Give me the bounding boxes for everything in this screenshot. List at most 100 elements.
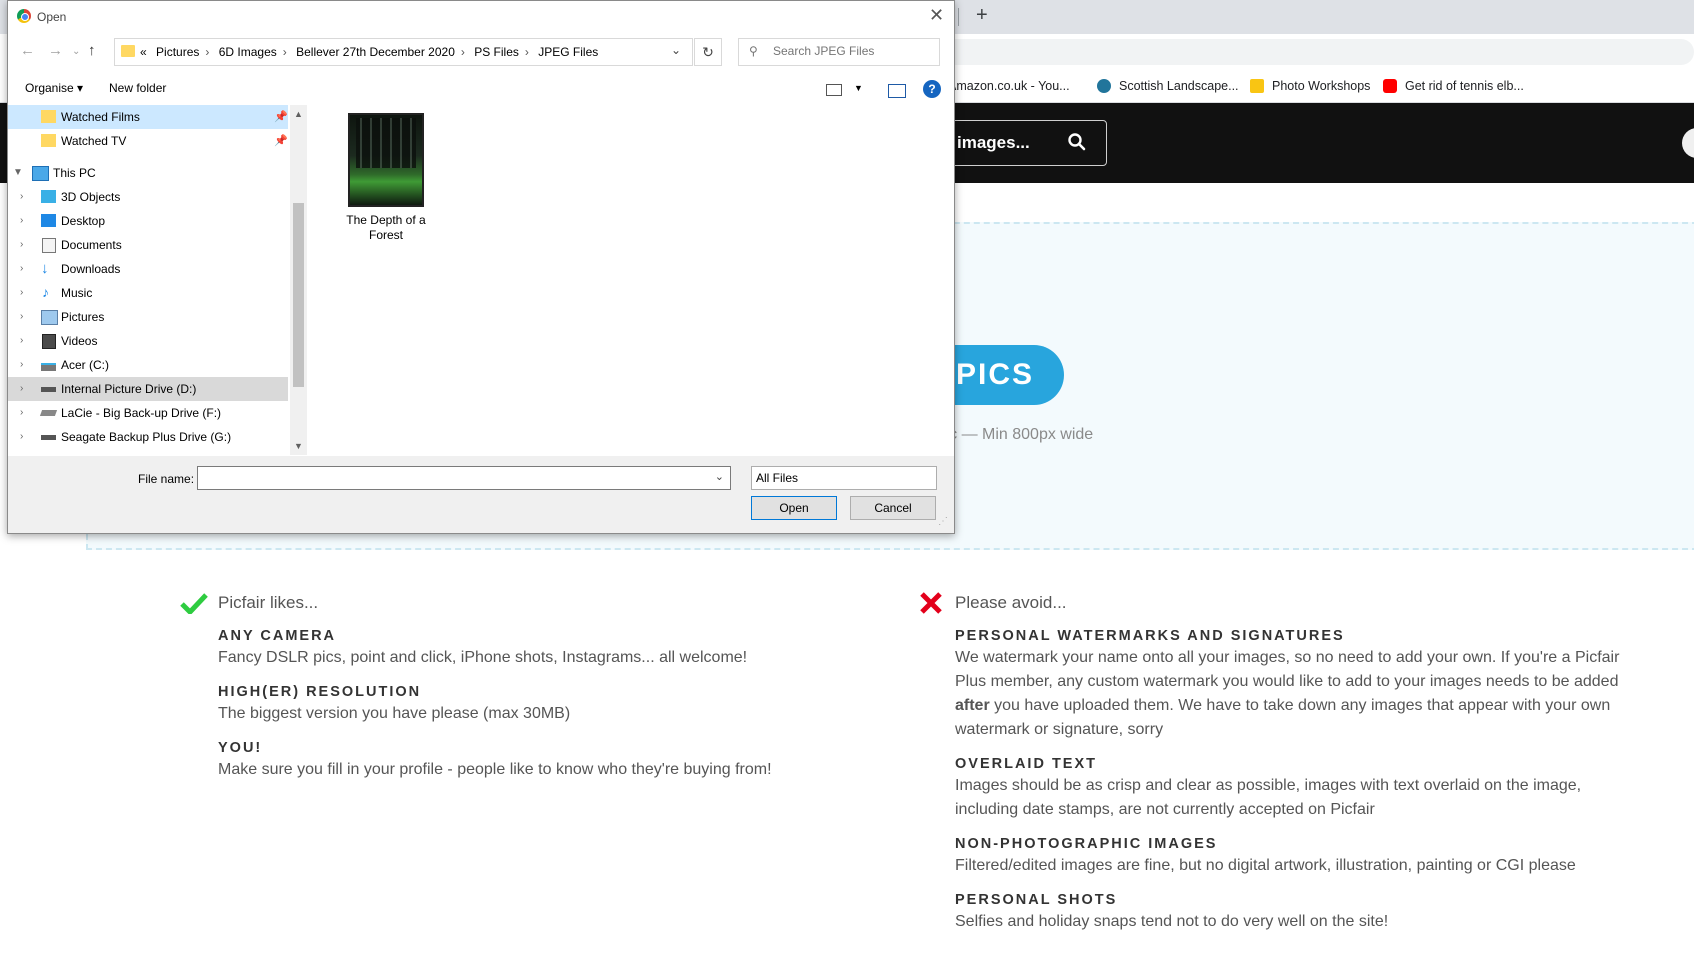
nav-item-music[interactable]: › ♪ Music: [8, 281, 288, 305]
open-file-dialog: Open ✕ ← → ⌄ ↑ « Pictures › 6D Images › Be…: [7, 0, 955, 534]
system-drive-icon: [41, 363, 56, 371]
nav-item-downloads[interactable]: › ↓ Downloads: [8, 257, 288, 281]
avoid-item-title: PERSONAL SHOTS: [955, 892, 1118, 908]
download-icon: ↓: [41, 260, 49, 277]
breadcrumb-item[interactable]: Pictures: [156, 45, 199, 59]
nav-item-documents[interactable]: › Documents: [8, 233, 288, 257]
check-icon: [180, 593, 208, 614]
chevron-right-icon[interactable]: ›: [20, 353, 23, 377]
computer-icon: [32, 166, 49, 181]
chevron-down-icon[interactable]: ▼: [13, 161, 23, 185]
scrollbar-thumb[interactable]: [293, 203, 304, 387]
nav-item-label: Downloads: [61, 262, 121, 276]
avoid-item-text: We watermark your name onto all your ima…: [955, 646, 1625, 742]
cancel-button[interactable]: Cancel: [850, 496, 936, 520]
scroll-up-icon[interactable]: ▲: [294, 109, 303, 119]
chevron-right-icon[interactable]: ›: [20, 233, 23, 257]
nav-item-3d-objects[interactable]: › 3D Objects: [8, 185, 288, 209]
chevron-down-icon[interactable]: ▼: [854, 83, 863, 93]
nav-item-this-pc[interactable]: ▼ This PC: [8, 161, 288, 185]
nav-item-watched-tv[interactable]: Watched TV 📌: [8, 129, 288, 153]
chevron-right-icon[interactable]: ›: [20, 281, 23, 305]
resize-grip-icon[interactable]: ⋰: [938, 516, 948, 527]
breadcrumb-item[interactable]: 6D Images: [219, 45, 277, 59]
dialog-title-bar: Open ✕: [8, 1, 954, 32]
chevron-down-icon[interactable]: ⌄: [715, 470, 724, 483]
chevron-right-icon[interactable]: ›: [20, 329, 23, 353]
likes-item: HIGH(ER) RESOLUTION The biggest version …: [218, 684, 938, 726]
nav-item-seagate-drive[interactable]: › Seagate Backup Plus Drive (G:): [8, 425, 288, 449]
search-icon[interactable]: [1068, 133, 1086, 151]
nav-pane-scrollbar[interactable]: ▲ ▼: [290, 105, 307, 455]
preview-pane-icon[interactable]: [888, 84, 906, 98]
site-search-box[interactable]: images...: [937, 120, 1107, 166]
chevron-right-icon[interactable]: ›: [20, 209, 23, 233]
folder-icon: [1250, 79, 1264, 93]
chrome-icon: [17, 9, 31, 23]
nav-item-videos[interactable]: › Videos: [8, 329, 288, 353]
chevron-down-icon[interactable]: ⌄: [671, 43, 681, 57]
pin-icon[interactable]: 📌: [274, 105, 288, 129]
recent-locations-icon[interactable]: ⌄: [72, 46, 80, 57]
avoid-column: Please avoid... PERSONAL WATERMARKS AND …: [920, 592, 1625, 934]
breadcrumb[interactable]: « Pictures › 6D Images › Bellever 27th Dec…: [114, 38, 693, 66]
dialog-footer: File name: ⌄ All Files ⌄ Open Cancel: [8, 456, 954, 533]
chevron-right-icon: ›: [205, 45, 210, 59]
nav-item-watched-films[interactable]: Watched Films 📌: [8, 105, 288, 129]
chevron-right-icon[interactable]: ›: [20, 401, 23, 425]
likes-item-text: The biggest version you have please (max…: [218, 705, 571, 722]
file-type-select[interactable]: All Files ⌄: [751, 466, 937, 490]
refresh-icon[interactable]: ↻: [694, 38, 722, 66]
likes-item-title: HIGH(ER) RESOLUTION: [218, 684, 422, 700]
chevron-right-icon[interactable]: ›: [20, 185, 23, 209]
nav-item-label: Internal Picture Drive (D:): [61, 382, 197, 396]
pin-icon[interactable]: 📌: [274, 129, 288, 153]
chevron-down-icon[interactable]: ⌄: [756, 470, 930, 483]
folder-icon: [121, 45, 135, 57]
close-icon[interactable]: ✕: [929, 5, 944, 26]
help-icon[interactable]: ?: [923, 80, 941, 98]
nav-item-label: Watched TV: [61, 134, 127, 148]
nav-item-desktop[interactable]: › Desktop: [8, 209, 288, 233]
image-thumbnail[interactable]: [348, 113, 424, 207]
search-field[interactable]: ⚲: [738, 38, 940, 66]
chevron-right-icon[interactable]: ›: [20, 377, 23, 401]
scroll-down-icon[interactable]: ▼: [294, 441, 303, 451]
breadcrumb-item[interactable]: Bellever 27th December 2020: [296, 45, 455, 59]
organise-menu-button[interactable]: Organise ▾: [25, 81, 83, 95]
nav-item-pictures[interactable]: › Pictures: [8, 305, 288, 329]
nav-item-acer-c[interactable]: › Acer (C:): [8, 353, 288, 377]
bookmark-label: Scottish Landscape...: [1119, 79, 1239, 93]
search-input[interactable]: [771, 43, 935, 59]
breadcrumb-item[interactable]: JPEG Files: [538, 45, 598, 59]
breadcrumb-overflow[interactable]: «: [140, 45, 147, 59]
file-item[interactable]: The Depth of a Forest: [333, 113, 439, 243]
file-name-label: File name:: [138, 472, 195, 486]
forward-arrow-icon[interactable]: →: [48, 42, 63, 59]
new-folder-button[interactable]: New folder: [109, 81, 166, 95]
up-arrow-icon[interactable]: ↑: [88, 42, 96, 59]
new-tab-button[interactable]: +: [976, 4, 988, 27]
bookmark-tennis-elbow[interactable]: Get rid of tennis elb...: [1383, 79, 1524, 93]
bookmark-label: Photo Workshops: [1272, 79, 1371, 93]
view-options-icon[interactable]: [826, 84, 842, 96]
chevron-right-icon[interactable]: ›: [20, 257, 23, 281]
likes-item-title: ANY CAMERA: [218, 628, 337, 644]
nav-item-internal-picture-drive[interactable]: › Internal Picture Drive (D:): [8, 377, 288, 401]
open-button[interactable]: Open: [751, 496, 837, 520]
chevron-right-icon[interactable]: ›: [20, 305, 23, 329]
avoid-heading-text: Please avoid...: [955, 593, 1067, 612]
likes-column: Picfair likes... ANY CAMERA Fancy DSLR p…: [180, 592, 938, 782]
file-name-input[interactable]: ⌄: [197, 466, 731, 490]
back-arrow-icon[interactable]: ←: [20, 42, 35, 59]
bookmark-amazon[interactable]: Amazon.co.uk - You...: [948, 79, 1070, 93]
file-name-line: Forest: [368, 228, 403, 242]
bookmark-photo-workshops[interactable]: Photo Workshops: [1250, 79, 1370, 93]
search-icon: ⚲: [749, 44, 758, 58]
breadcrumb-item[interactable]: PS Files: [474, 45, 519, 59]
likes-item: YOU! Make sure you fill in your profile …: [218, 740, 938, 782]
bookmark-scottish-landscape[interactable]: Scottish Landscape...: [1097, 79, 1239, 93]
chevron-right-icon[interactable]: ›: [20, 425, 23, 449]
cube-icon: [41, 190, 56, 203]
nav-item-lacie-drive[interactable]: › LaCie - Big Back-up Drive (F:): [8, 401, 288, 425]
